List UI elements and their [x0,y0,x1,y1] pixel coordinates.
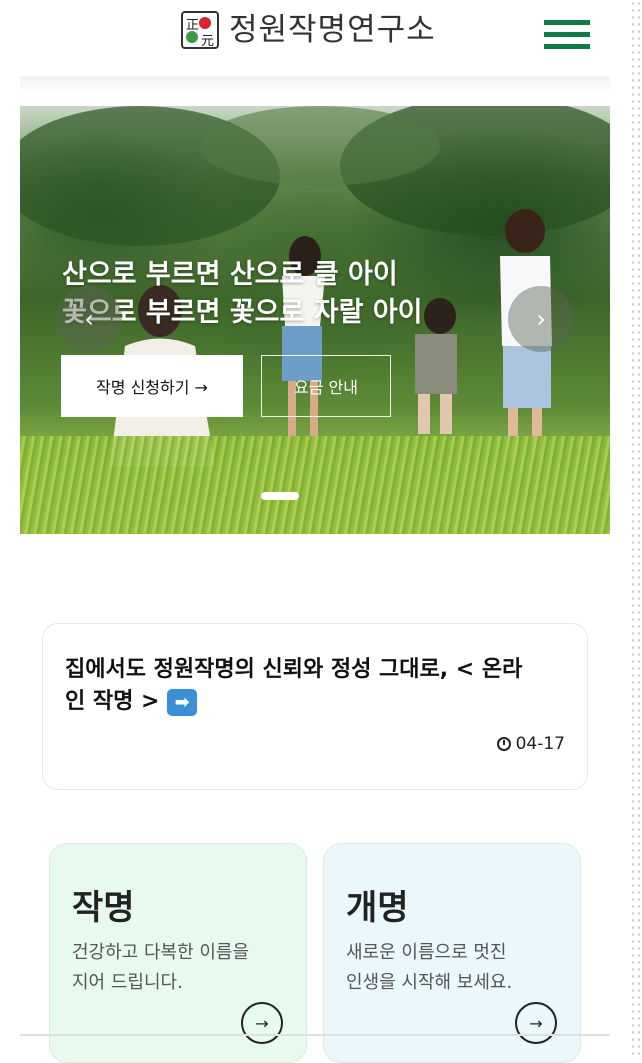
service-card-desc: 새로운 이름으로 멋진 인생을 시작해 보세요. [346,938,561,998]
site-header: 正元 정원작명연구소 [0,0,620,76]
service-card-desc-line: 인생을 시작해 보세요. [346,972,513,993]
notice-card[interactable]: 집에서도 정원작명의 신뢰와 정성 그대로, < 온라인 작명 > ➡ 04-1… [42,623,588,790]
service-card-naming[interactable]: 작명 건강하고 다복한 이름을 지어 드립니다. → [49,843,307,1063]
service-card-desc: 건강하고 다복한 이름을 지어 드립니다. [72,938,287,998]
arrow-right-circle-icon[interactable]: → [515,1002,557,1044]
service-card-rename[interactable]: 개명 새로운 이름으로 멋진 인생을 시작해 보세요. → [323,843,581,1063]
logo-seal-icon: 正元 [181,11,219,49]
price-info-button[interactable]: 요금 안내 [261,355,391,417]
arrow-right-circle-icon[interactable]: → [241,1002,283,1044]
hero-headline-line2: 꽃으로 부르면 꽃으로 자랄 아이 [62,297,423,328]
service-card-title: 작명 [72,888,135,928]
header-shadow [20,76,610,94]
service-card-desc-line: 새로운 이름으로 멋진 [346,942,507,963]
service-card-desc-line: 건강하고 다복한 이름을 [72,942,250,963]
chevron-right-icon[interactable]: › [508,286,574,352]
arrow-right-icon: ➡ [167,688,198,716]
hero-grass [20,436,610,534]
notice-title: 집에서도 정원작명의 신뢰와 정성 그대로, < 온라인 작명 > ➡ [65,654,535,718]
site-logo[interactable]: 正元 정원작명연구소 [181,10,436,50]
apply-naming-button[interactable]: 작명 신청하기 → [61,355,243,417]
notice-title-text: 집에서도 정원작명의 신뢰와 정성 그대로, < 온라인 작명 > [65,657,523,714]
clock-icon [496,737,511,751]
notice-date-text: 04-17 [515,734,565,754]
service-card-title: 개명 [346,888,409,928]
hamburger-menu-icon[interactable] [544,20,590,50]
notice-date: 04-17 [496,734,565,754]
chevron-left-icon[interactable]: ‹ [56,286,122,352]
hero-headline-line1: 산으로 부르면 산으로 클 아이 [62,259,398,290]
service-card-desc-line: 지어 드립니다. [72,972,183,993]
logo-text: 정원작명연구소 [229,12,436,48]
page-edge-dots [628,0,642,1056]
slider-pager-indicator[interactable] [261,492,299,500]
bottom-divider [20,1034,610,1036]
hero-headline: 산으로 부르면 산으로 클 아이 꽃으로 부르면 꽃으로 자랄 아이 [62,256,502,332]
hero-slider: 산으로 부르면 산으로 클 아이 꽃으로 부르면 꽃으로 자랄 아이 작명 신청… [20,106,610,534]
